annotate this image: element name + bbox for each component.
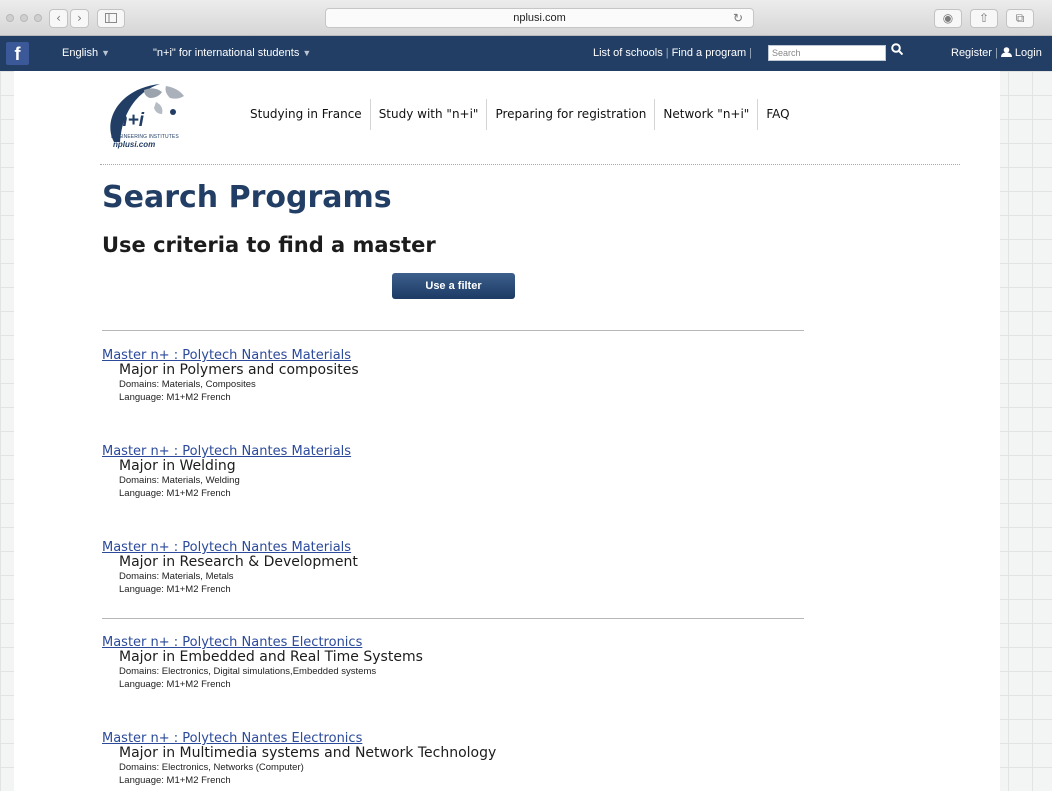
international-students-dropdown[interactable]: "n+i" for international students ▼ bbox=[153, 47, 311, 59]
header-divider bbox=[100, 164, 960, 165]
program-link[interactable]: Master n+ : Polytech Nantes Electronics bbox=[102, 731, 496, 746]
nav-separator: | bbox=[665, 47, 669, 59]
menu-studying-in-france[interactable]: Studying in France bbox=[240, 99, 370, 130]
program-major: Major in Polymers and composites bbox=[119, 362, 359, 378]
address-bar[interactable]: nplusi.com ↻ bbox=[325, 8, 754, 28]
section-divider bbox=[102, 330, 804, 331]
program-domains: Domains: Materials, Metals bbox=[119, 571, 234, 582]
program-item: Master n+ : Polytech Nantes Electronics … bbox=[102, 731, 496, 787]
reload-icon[interactable]: ↻ bbox=[733, 9, 743, 27]
search-input[interactable]: Search bbox=[768, 45, 886, 61]
chevron-down-icon: ▼ bbox=[302, 48, 312, 58]
tabs-overview-icon[interactable]: ⧉ bbox=[1006, 9, 1034, 28]
search-placeholder: Search bbox=[772, 48, 801, 58]
language-label: English bbox=[62, 47, 99, 59]
menu-study-with-nplusi[interactable]: Study with "n+i" bbox=[369, 99, 487, 130]
user-icon bbox=[1000, 47, 1012, 60]
program-major: Major in Welding bbox=[119, 458, 236, 474]
program-domains: Domains: Electronics, Networks (Computer… bbox=[119, 762, 304, 773]
facebook-icon[interactable]: f bbox=[6, 42, 29, 65]
international-students-label: "n+i" for international students bbox=[153, 47, 300, 59]
program-item: Master n+ : Polytech Nantes Materials Ma… bbox=[102, 444, 351, 500]
program-major: Major in Embedded and Real Time Systems bbox=[119, 649, 423, 665]
program-major: Major in Multimedia systems and Network … bbox=[119, 745, 497, 761]
menu-network-nplusi[interactable]: Network "n+i" bbox=[654, 99, 757, 130]
minimize-window-icon[interactable] bbox=[20, 14, 28, 22]
url-text: nplusi.com bbox=[513, 12, 566, 24]
find-program-link[interactable]: Find a program bbox=[672, 47, 747, 59]
menu-preparing-registration[interactable]: Preparing for registration bbox=[486, 99, 654, 130]
forward-button[interactable]: › bbox=[70, 9, 89, 28]
program-domains: Domains: Materials, Composites bbox=[119, 379, 256, 390]
page-title: Search Programs bbox=[102, 180, 392, 215]
downloads-icon[interactable]: ◉ bbox=[934, 9, 962, 28]
logo-name: n+i bbox=[116, 110, 144, 131]
program-link[interactable]: Master n+ : Polytech Nantes Materials bbox=[102, 348, 359, 363]
program-language: Language: M1+M2 French bbox=[119, 584, 231, 595]
program-link[interactable]: Master n+ : Polytech Nantes Materials bbox=[102, 444, 351, 459]
program-item: Master n+ : Polytech Nantes Materials Ma… bbox=[102, 348, 359, 404]
program-language: Language: M1+M2 French bbox=[119, 488, 231, 499]
browser-toolbar: ‹ › nplusi.com ↻ ◉ ⇧ ⧉ bbox=[0, 0, 1052, 36]
login-link[interactable]: Login bbox=[1015, 47, 1042, 59]
menu-faq[interactable]: FAQ bbox=[757, 99, 797, 130]
program-item: Master n+ : Polytech Nantes Electronics … bbox=[102, 635, 423, 691]
site-navbar: f English ▼ "n+i" for international stude… bbox=[0, 36, 1052, 71]
back-button[interactable]: ‹ bbox=[49, 9, 68, 28]
program-link[interactable]: Master n+ : Polytech Nantes Electronics bbox=[102, 635, 423, 650]
nplusi-logo[interactable]: n+i ENGINEERING INSTITUTES nplusi.com bbox=[100, 80, 196, 154]
program-language: Language: M1+M2 French bbox=[119, 775, 231, 786]
section-divider bbox=[102, 618, 804, 619]
nav-separator: | bbox=[994, 47, 998, 59]
program-link[interactable]: Master n+ : Polytech Nantes Materials bbox=[102, 540, 358, 555]
search-icon[interactable] bbox=[891, 43, 904, 59]
zoom-window-icon[interactable] bbox=[34, 14, 42, 22]
program-domains: Domains: Materials, Welding bbox=[119, 475, 240, 486]
language-dropdown[interactable]: English ▼ bbox=[62, 47, 110, 59]
use-filter-button[interactable]: Use a filter bbox=[392, 273, 515, 299]
program-major: Major in Research & Development bbox=[119, 554, 358, 570]
nav-separator: | bbox=[749, 47, 753, 59]
list-of-schools-link[interactable]: List of schools bbox=[593, 47, 663, 59]
logo-site: nplusi.com bbox=[113, 140, 156, 149]
program-domains: Domains: Electronics, Digital simulation… bbox=[119, 666, 377, 677]
program-language: Language: M1+M2 French bbox=[119, 679, 231, 690]
sidebar-toggle-icon[interactable] bbox=[97, 9, 125, 28]
chevron-down-icon: ▼ bbox=[101, 48, 110, 58]
page-subtitle: Use criteria to find a master bbox=[102, 233, 436, 257]
main-menu: Studying in France Study with "n+i" Prep… bbox=[240, 99, 798, 130]
share-icon[interactable]: ⇧ bbox=[970, 9, 998, 28]
program-item: Master n+ : Polytech Nantes Materials Ma… bbox=[102, 540, 358, 596]
register-link[interactable]: Register bbox=[951, 47, 992, 59]
program-language: Language: M1+M2 French bbox=[119, 392, 231, 403]
close-window-icon[interactable] bbox=[6, 14, 14, 22]
